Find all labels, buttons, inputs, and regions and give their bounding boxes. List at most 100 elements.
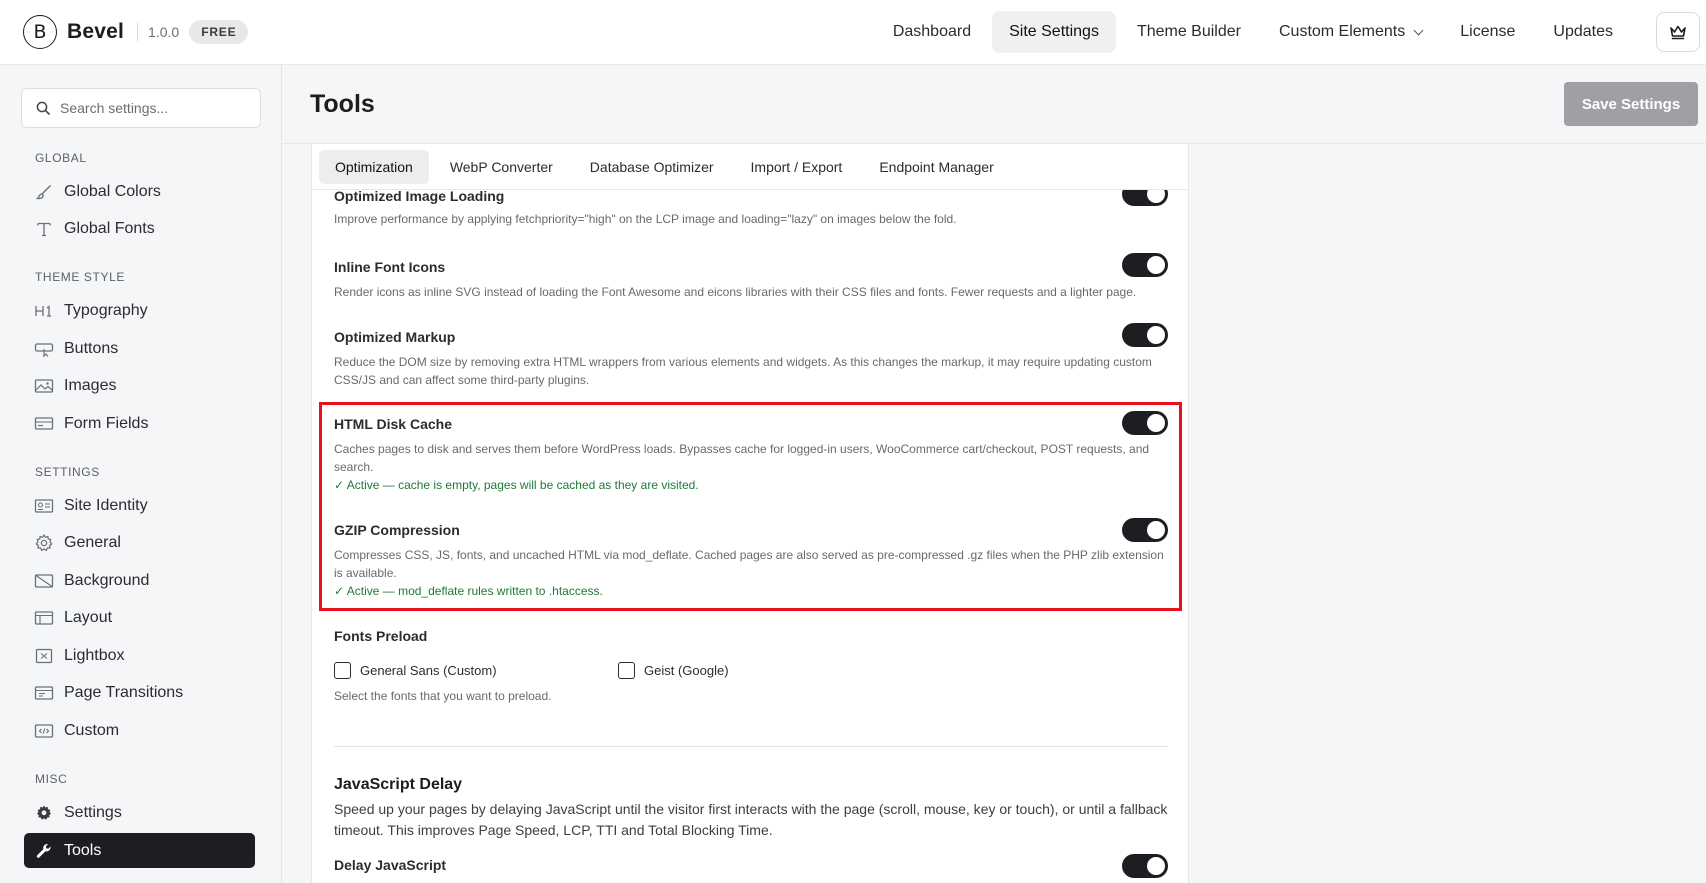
sidebar-item-images[interactable]: Images (24, 368, 255, 403)
toggle-knob (1147, 326, 1165, 344)
sidebar-item-background[interactable]: Background (24, 563, 255, 598)
chevron-down-icon (1413, 25, 1424, 35)
version-label: 1.0.0 (148, 24, 180, 40)
disk-cache-toggle[interactable] (1122, 411, 1168, 435)
save-settings-button[interactable]: Save Settings (1564, 82, 1698, 126)
font-icons-toggle[interactable] (1122, 253, 1168, 277)
search-box[interactable] (21, 88, 261, 128)
status-message: ✓ Active — cache is empty, pages will be… (334, 478, 699, 492)
background-icon (34, 571, 54, 591)
option-title: Optimized Markup (334, 329, 456, 345)
gear-icon (34, 533, 54, 553)
heading-icon (34, 301, 54, 321)
checkbox-label: Geist (Google) (644, 663, 729, 678)
sidebar-item-page-transitions[interactable]: Page Transitions (24, 675, 255, 710)
fonts-preload-title: Fonts Preload (334, 628, 428, 644)
type-icon (34, 219, 54, 239)
button-icon (34, 339, 54, 359)
sidebar-item-global-colors[interactable]: Global Colors (24, 174, 255, 209)
tab-optimization[interactable]: Optimization (319, 149, 429, 184)
sidebar-item-global-fonts[interactable]: Global Fonts (24, 211, 255, 246)
section-settings: SETTINGS (35, 465, 100, 479)
image-icon (34, 376, 54, 396)
sidebar-item-site-identity[interactable]: Site Identity (24, 488, 255, 523)
nav-theme-builder[interactable]: Theme Builder (1120, 11, 1258, 53)
option-title: GZIP Compression (334, 522, 460, 538)
toggle-knob (1147, 256, 1165, 274)
option-title: Inline Font Icons (334, 259, 446, 275)
toggle-knob (1147, 414, 1165, 432)
sidebar-item-label: Page Transitions (64, 683, 184, 701)
brand-logo: B (23, 15, 57, 49)
search-icon (36, 101, 50, 115)
search-input[interactable] (60, 100, 240, 116)
checkbox[interactable] (618, 662, 635, 679)
sidebar-item-label: Background (64, 571, 150, 589)
nav-dashboard[interactable]: Dashboard (876, 11, 988, 53)
sidebar-item-form-fields[interactable]: Form Fields (24, 406, 255, 441)
crown-icon (1670, 25, 1686, 40)
sidebar-item-buttons[interactable]: Buttons (24, 331, 255, 366)
markup-toggle[interactable] (1122, 323, 1168, 347)
section-misc: MISC (35, 772, 68, 786)
option-inline-font-icons: Inline Font Icons Render icons as inline… (334, 253, 1168, 301)
fonts-preload-options: General Sans (Custom) Geist (Google) (334, 662, 729, 679)
form-field-icon (34, 414, 54, 434)
nav-custom-elements[interactable]: Custom Elements (1262, 11, 1439, 53)
tab-import-export[interactable]: Import / Export (735, 150, 859, 184)
checkbox-label: General Sans (Custom) (360, 663, 497, 678)
option-optimized-markup: Optimized Markup Reduce the DOM size by … (334, 323, 1168, 389)
lightbox-icon (34, 646, 54, 666)
toggle-knob (1147, 857, 1165, 875)
sidebar-item-custom[interactable]: Custom (24, 713, 255, 748)
option-title: Optimized Image Loading (334, 188, 505, 204)
cog-icon (34, 803, 54, 823)
section-theme-style: THEME STYLE (35, 270, 125, 284)
sidebar-item-layout[interactable]: Layout (24, 600, 255, 635)
tab-endpoint-manager[interactable]: Endpoint Manager (863, 150, 1009, 184)
sidebar-item-label: Tools (64, 841, 102, 859)
gzip-toggle[interactable] (1122, 518, 1168, 542)
sidebar-item-general[interactable]: General (24, 525, 255, 560)
brush-icon (34, 182, 54, 202)
option-html-disk-cache: HTML Disk Cache Caches pages to disk and… (334, 411, 1168, 494)
transition-icon (34, 683, 54, 703)
wrench-icon (34, 841, 54, 861)
top-nav: Dashboard Site Settings Theme Builder Cu… (872, 0, 1706, 64)
sidebar-item-tools[interactable]: Tools (24, 833, 255, 868)
sidebar-item-typography[interactable]: Typography (24, 293, 255, 328)
brand[interactable]: B Bevel 1.0.0 FREE (23, 15, 249, 49)
nav-license[interactable]: License (1443, 11, 1532, 53)
brand-name: Bevel (67, 20, 125, 43)
sidebar-item-lightbox[interactable]: Lightbox (24, 638, 255, 673)
option-description: Caches pages to disk and serves them bef… (334, 442, 1150, 474)
sidebar-item-label: Buttons (64, 339, 119, 357)
section-global: GLOBAL (35, 151, 87, 165)
brand-divider (137, 23, 139, 41)
font-checkbox-geist[interactable]: Geist (Google) (618, 662, 729, 679)
sidebar-item-label: Images (64, 376, 117, 394)
sidebar-item-label: Global Colors (64, 182, 161, 200)
sidebar-item-settings[interactable]: Settings (24, 795, 255, 830)
nav-updates[interactable]: Updates (1536, 11, 1630, 53)
sidebar-item-label: Global Fonts (64, 219, 155, 237)
checkbox[interactable] (334, 662, 351, 679)
option-gzip-compression: GZIP Compression Compresses CSS, JS, fon… (334, 518, 1168, 600)
option-description: Improve performance by applying fetchpri… (334, 212, 957, 226)
option-description: Compresses CSS, JS, fonts, and uncached … (334, 548, 1164, 580)
sidebar-item-label: Layout (64, 608, 113, 626)
tab-bar: Optimization WebP Converter Database Opt… (312, 144, 1188, 190)
sidebar-item-label: Custom (64, 721, 120, 739)
nav-site-settings[interactable]: Site Settings (992, 11, 1116, 53)
crown-button[interactable] (1656, 12, 1700, 52)
fonts-preload-section: Fonts Preload (334, 628, 1168, 644)
tab-webp-converter[interactable]: WebP Converter (434, 150, 569, 184)
tab-database-optimizer[interactable]: Database Optimizer (574, 150, 730, 184)
font-checkbox-general-sans[interactable]: General Sans (Custom) (334, 662, 618, 679)
id-card-icon (34, 496, 54, 516)
toggle-knob (1147, 521, 1165, 539)
delay-js-toggle[interactable] (1122, 854, 1168, 878)
sidebar-item-label: General (64, 533, 121, 551)
option-description: Render icons as inline SVG instead of lo… (334, 285, 1137, 299)
section-divider (334, 746, 1168, 747)
